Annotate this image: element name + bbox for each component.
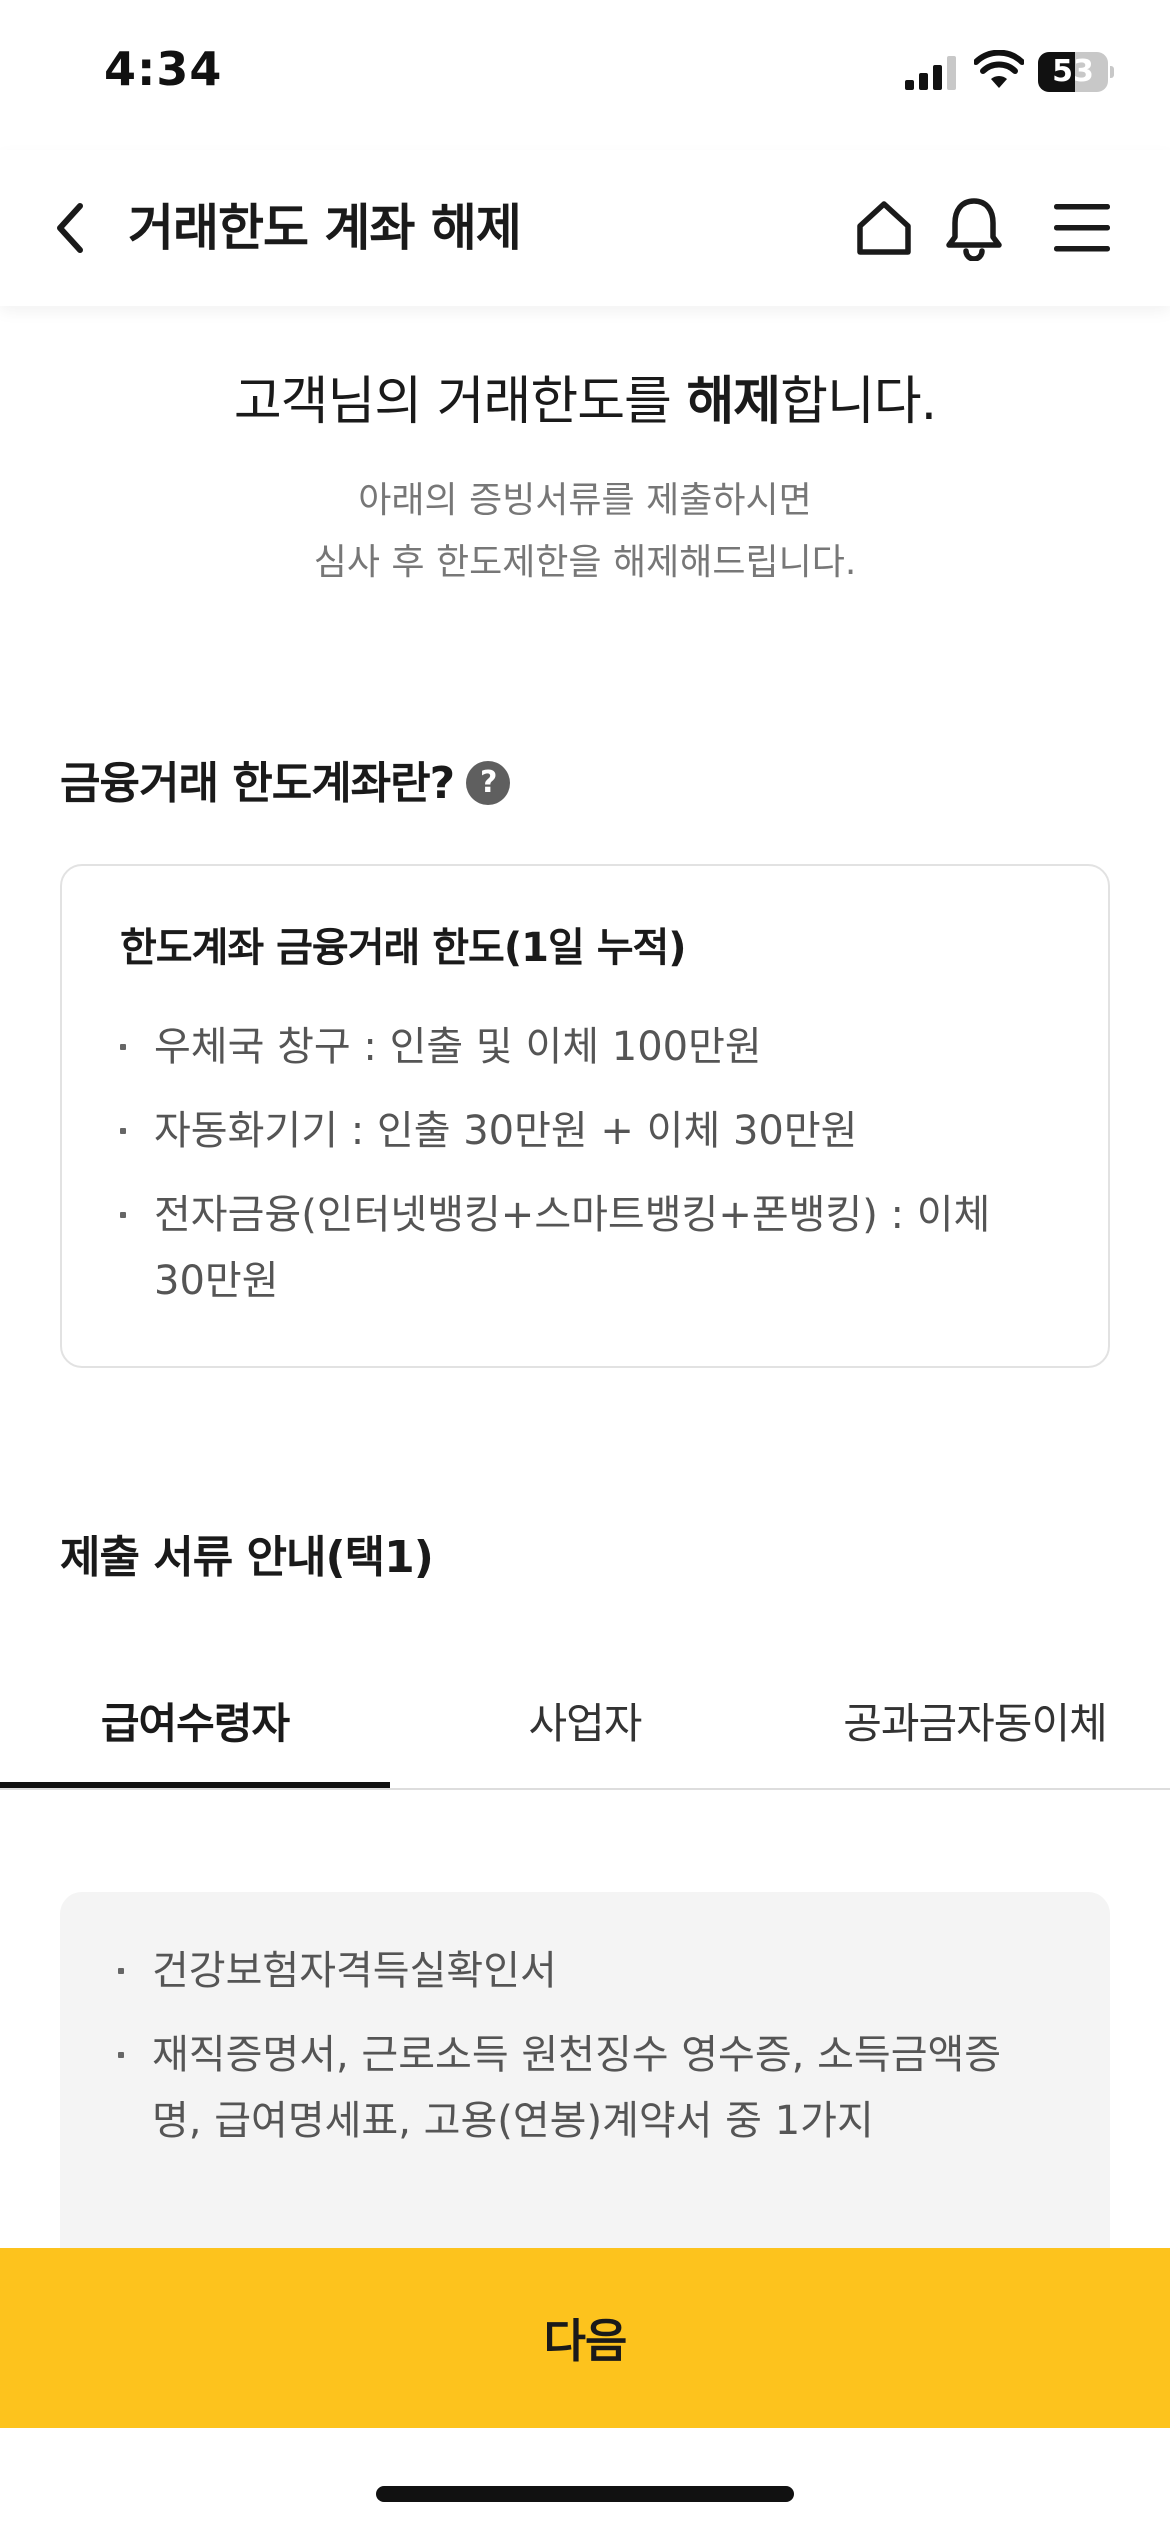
limit-info-box: 한도계좌 금융거래 한도(1일 누적) 우체국 창구 : 인출 및 이체 100… — [60, 864, 1110, 1368]
limit-section-title: 금융거래 한도계좌란?? — [60, 752, 511, 816]
docs-list: 건강보험자격득실확인서 재직증명서, 근로소득 원천징수 영수증, 소득금액증명… — [118, 1938, 1048, 2172]
tab-utility-auto-transfer[interactable]: 공과금자동이체 — [780, 1654, 1170, 1786]
nav-bar: 거래한도 계좌 해제 — [0, 150, 1170, 306]
intro-heading: 고객님의 거래한도를 해제합니다. — [0, 364, 1170, 440]
status-time: 4:34 — [104, 42, 223, 96]
battery-icon: 53 — [1038, 52, 1114, 92]
intro-heading-emphasis: 해제 — [686, 372, 781, 432]
chevron-left-icon — [57, 203, 83, 253]
docs-list-item: 재직증명서, 근로소득 원천징수 영수증, 소득금액증명, 급여명세표, 고용(… — [118, 2022, 1048, 2154]
limit-list-item: 자동화기기 : 인출 30만원 + 이체 30만원 — [120, 1098, 1050, 1164]
next-button[interactable]: 다음 — [0, 2248, 1170, 2428]
docs-list-item: 건강보험자격득실확인서 — [118, 1938, 1048, 2004]
limit-list-item: 전자금융(인터넷뱅킹+스마트뱅킹+폰뱅킹) : 이체 30만원 — [120, 1182, 1050, 1314]
docs-section-title: 제출 서류 안내(택1) — [60, 1532, 434, 1583]
intro-heading-text: 고객님의 거래한도를 — [233, 372, 687, 432]
wifi-icon — [974, 50, 1024, 88]
tab-salary-earner[interactable]: 급여수령자 — [0, 1654, 390, 1786]
limit-box-title: 한도계좌 금융거래 한도(1일 누적) — [120, 925, 687, 971]
home-icon — [857, 201, 911, 255]
notifications-button[interactable] — [936, 190, 1012, 266]
help-icon[interactable]: ? — [466, 761, 511, 805]
menu-button[interactable] — [1044, 190, 1120, 266]
limit-list-item: 우체국 창구 : 인출 및 이체 100만원 — [120, 1014, 1050, 1080]
battery-level: 53 — [1052, 54, 1094, 89]
intro-description: 아래의 증빙서류를 제출하시면 심사 후 한도제한을 해제해드립니다. — [0, 470, 1170, 594]
active-tab-indicator — [0, 1782, 390, 1788]
intro-heading-suffix: 합니다. — [780, 372, 937, 432]
limit-section-title-text: 금융거래 한도계좌란? — [60, 758, 455, 809]
bell-icon — [946, 198, 1002, 261]
cellular-signal-icon — [905, 56, 956, 90]
home-button[interactable] — [846, 190, 922, 266]
home-indicator[interactable] — [376, 2486, 794, 2502]
page-title: 거래한도 계좌 해제 — [128, 199, 522, 257]
bottom-safe-area — [0, 2428, 1170, 2532]
limit-list: 우체국 창구 : 인출 및 이체 100만원 자동화기기 : 인출 30만원 +… — [120, 1014, 1050, 1332]
status-bar: 4:34 53 — [0, 0, 1170, 150]
intro-description-line-1: 아래의 증빙서류를 제출하시면 — [358, 480, 812, 521]
docs-tabs: 급여수령자 사업자 공과금자동이체 — [0, 1654, 1170, 1790]
menu-icon — [1054, 204, 1110, 252]
intro-description-line-2: 심사 후 한도제한을 해제해드립니다. — [313, 542, 857, 583]
back-button[interactable] — [40, 190, 100, 266]
tab-business-owner[interactable]: 사업자 — [390, 1654, 780, 1786]
